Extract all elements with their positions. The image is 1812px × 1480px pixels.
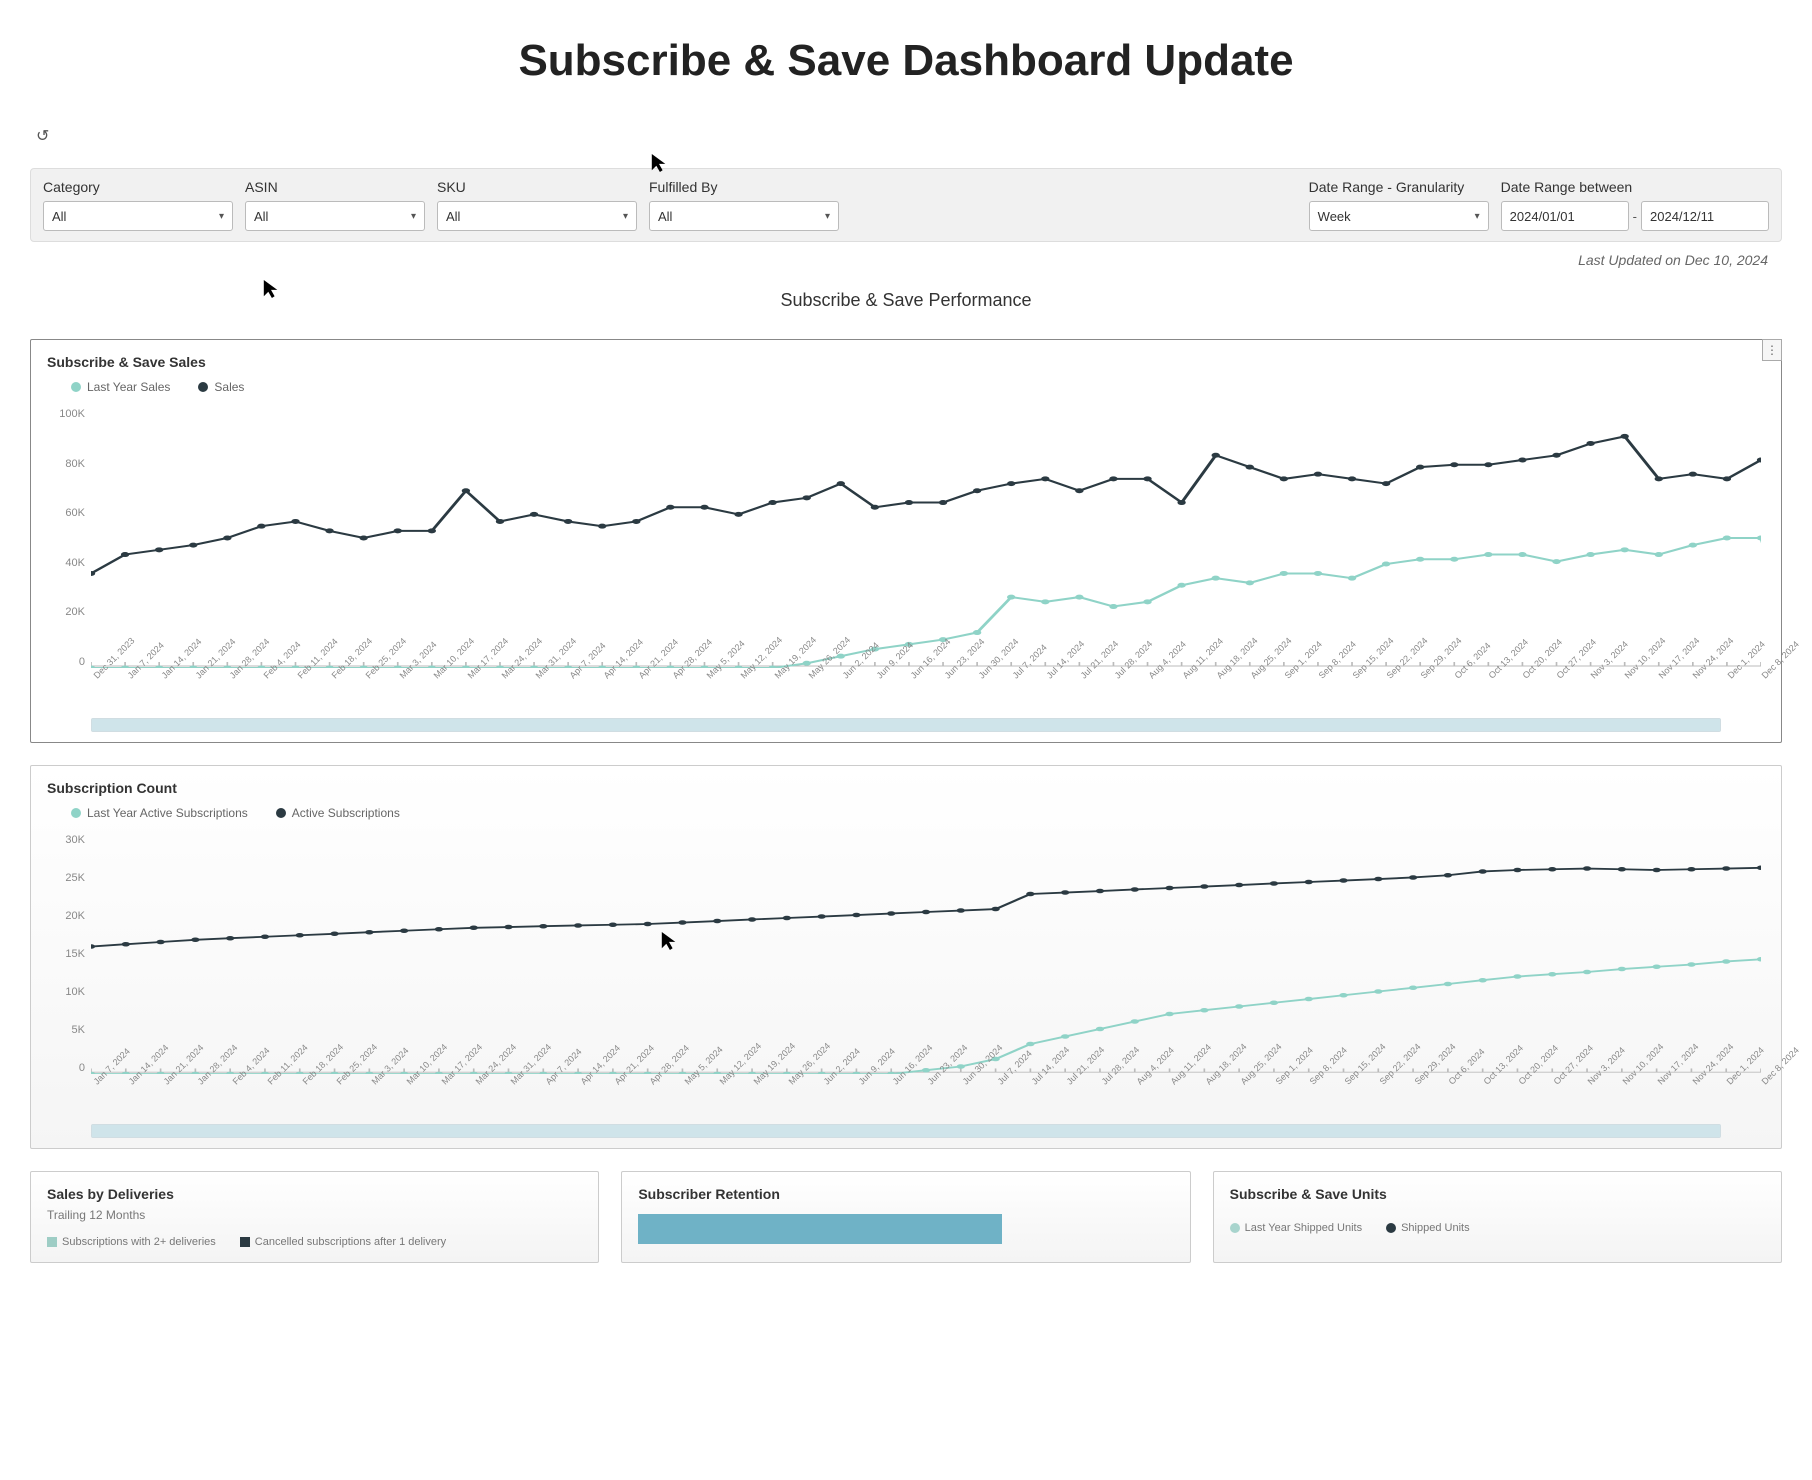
legend-swatch-icon (198, 382, 208, 392)
legend-label: Subscriptions with 2+ deliveries (62, 1236, 216, 1248)
filter-fulfilled: Fulfilled By All ▾ (649, 179, 839, 231)
legend-label: Active Subscriptions (292, 806, 400, 820)
legend-label: Last Year Sales (87, 380, 170, 394)
filter-bar: Category All ▾ ASIN All ▾ SKU All ▾ Fulf… (30, 168, 1782, 242)
sales-chart-card: ⋮ Subscribe & Save Sales Last Year Sales… (30, 339, 1782, 743)
card-title: Subscriber Retention (638, 1186, 1173, 1202)
sku-select[interactable]: All ▾ (437, 201, 637, 231)
filter-label: ASIN (245, 179, 425, 195)
select-value: All (254, 209, 268, 224)
chevron-down-icon: ▾ (219, 211, 224, 222)
chevron-down-icon: ▾ (411, 211, 416, 222)
date-separator: - (1633, 209, 1637, 224)
legend-label: Last Year Shipped Units (1245, 1222, 1362, 1234)
granularity-select[interactable]: Week ▾ (1309, 201, 1489, 231)
asin-select[interactable]: All ▾ (245, 201, 425, 231)
chevron-down-icon: ▾ (623, 211, 628, 222)
select-value: Week (1318, 209, 1351, 224)
filter-granularity: Date Range - Granularity Week ▾ (1309, 179, 1489, 231)
filter-label: Date Range between (1501, 179, 1769, 195)
chevron-down-icon: ▾ (825, 211, 830, 222)
legend-label: Last Year Active Subscriptions (87, 806, 248, 820)
filter-label: SKU (437, 179, 637, 195)
card-menu-icon[interactable]: ⋮ (1762, 339, 1782, 361)
y-axis-ticks: 100K80K60K40K20K0 (51, 408, 91, 668)
sales-by-deliveries-card: Sales by Deliveries Trailing 12 Months S… (30, 1171, 599, 1263)
select-value: All (52, 209, 66, 224)
card-subtitle: Trailing 12 Months (47, 1208, 582, 1222)
legend-swatch-icon (240, 1237, 250, 1247)
legend-swatch-icon (276, 808, 286, 818)
refresh-icon[interactable]: ↺ (36, 126, 52, 142)
legend-label: Cancelled subscriptions after 1 delivery (255, 1236, 446, 1248)
chart-scrollbar[interactable] (91, 718, 1721, 732)
sns-units-card: Subscribe & Save Units Last Year Shipped… (1213, 1171, 1782, 1263)
legend-swatch-icon (71, 808, 81, 818)
card-title: Subscribe & Save Units (1230, 1186, 1765, 1202)
filter-label: Date Range - Granularity (1309, 179, 1489, 195)
card-title: Sales by Deliveries (47, 1186, 582, 1202)
chevron-down-icon: ▾ (1475, 211, 1480, 222)
legend-swatch-icon (71, 382, 81, 392)
fulfilled-select[interactable]: All ▾ (649, 201, 839, 231)
last-updated-text: Last Updated on Dec 10, 2024 (30, 242, 1782, 272)
x-axis-ticks: Jan 7, 2024Jan 14, 2024Jan 21, 2024Jan 2… (31, 1074, 1781, 1088)
date-from-input[interactable]: 2024/01/01 (1501, 201, 1629, 231)
filter-sku: SKU All ▾ (437, 179, 637, 231)
legend-label: Shipped Units (1401, 1222, 1470, 1234)
subscriber-retention-card: Subscriber Retention (621, 1171, 1190, 1263)
filter-label: Fulfilled By (649, 179, 839, 195)
legend-swatch-icon (1230, 1223, 1240, 1233)
chart-scrollbar[interactable] (91, 1124, 1721, 1138)
chart-title: Subscribe & Save Sales (31, 340, 1781, 376)
legend-swatch-icon (1386, 1223, 1396, 1233)
subscription-chart-card: Subscription Count Last Year Active Subs… (30, 765, 1782, 1149)
chart-title: Subscription Count (31, 766, 1781, 802)
select-value: All (446, 209, 460, 224)
filter-label: Category (43, 179, 233, 195)
x-axis-ticks: Dec 31, 2023Jan 7, 2024Jan 14, 2024Jan 2… (31, 668, 1781, 682)
subscription-chart-plot (91, 834, 1761, 1074)
page-title: Subscribe & Save Dashboard Update (0, 0, 1812, 126)
filter-asin: ASIN All ▾ (245, 179, 425, 231)
sales-chart-plot (91, 408, 1761, 668)
filter-category: Category All ▾ (43, 179, 233, 231)
y-axis-ticks: 30K25K20K15K10K5K0 (51, 834, 91, 1074)
select-value: All (658, 209, 672, 224)
chart-legend: Last Year Sales Sales (31, 376, 1781, 408)
legend-swatch-icon (47, 1237, 57, 1247)
section-title: Subscribe & Save Performance (30, 272, 1782, 339)
date-to-input[interactable]: 2024/12/11 (1641, 201, 1769, 231)
chart-legend: Last Year Active Subscriptions Active Su… (31, 802, 1781, 834)
bottom-cards-row: Sales by Deliveries Trailing 12 Months S… (30, 1171, 1782, 1263)
filter-date-range: Date Range between 2024/01/01 - 2024/12/… (1501, 179, 1769, 231)
legend-label: Sales (214, 380, 244, 394)
retention-bar (638, 1214, 1002, 1244)
category-select[interactable]: All ▾ (43, 201, 233, 231)
